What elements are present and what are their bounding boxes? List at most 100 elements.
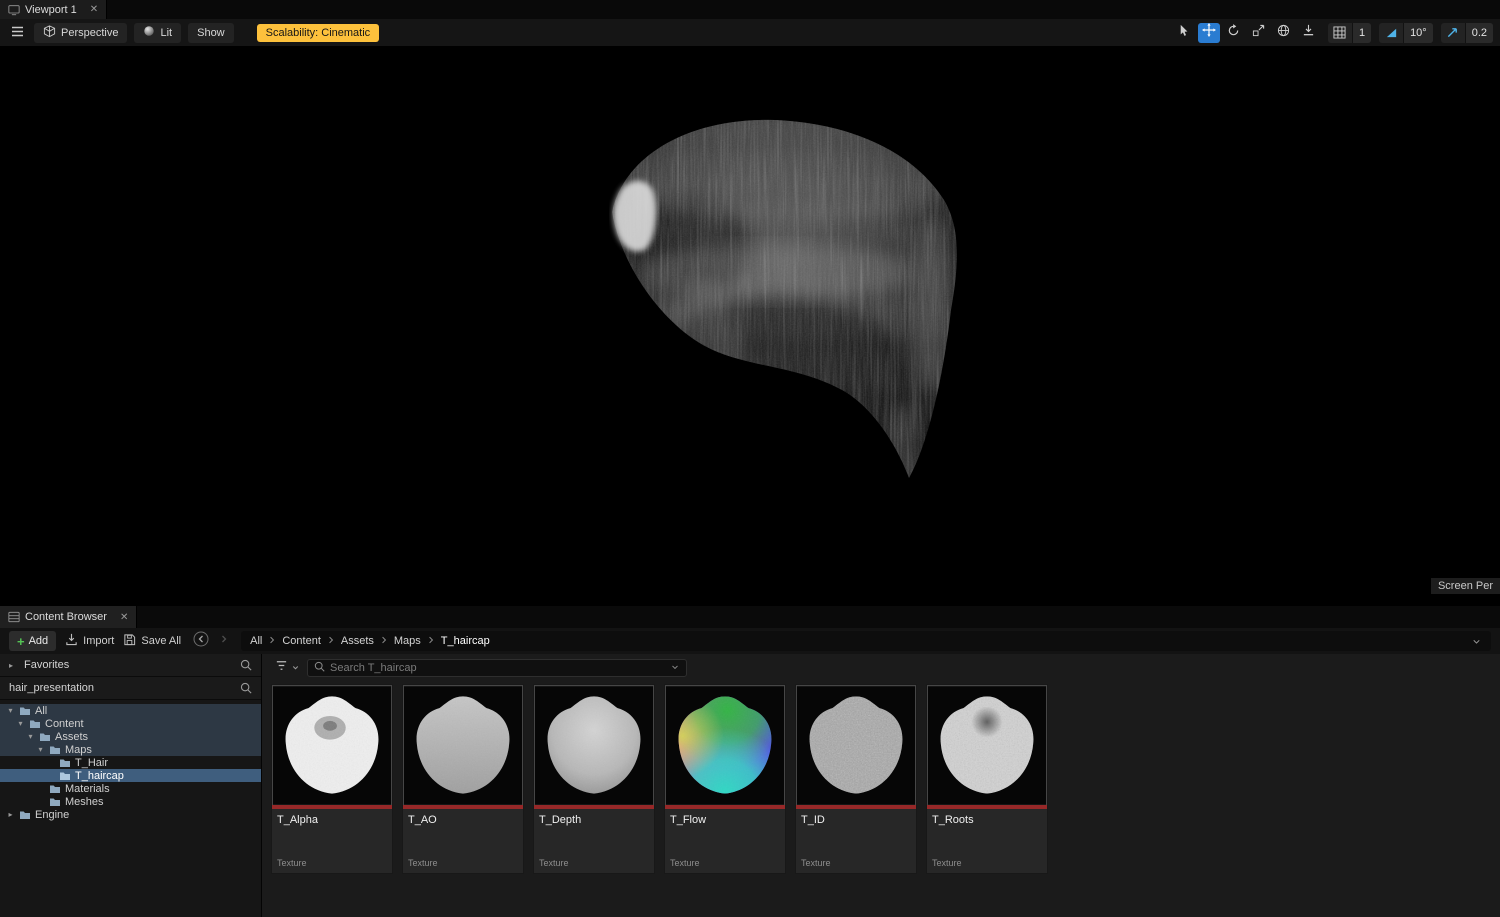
lit-button[interactable]: Lit [134,22,182,43]
move-icon [1201,23,1216,42]
viewport-3d-canvas[interactable]: Screen Per [0,47,1500,606]
tree-item-maps[interactable]: ▾ Maps [0,743,261,756]
tree-item-engine[interactable]: ▸ Engine [0,808,261,821]
rotation-snap-value[interactable]: 10° [1403,22,1433,43]
chevron-right-icon [426,635,436,648]
search-input[interactable] [330,661,665,674]
viewport-toolbar: Perspective Lit Show Scalability: Cinema… [0,19,1500,47]
scalability-badge[interactable]: Scalability: Cinematic [256,23,380,42]
breadcrumb: All Content Assets Maps T_haircap [241,631,1491,651]
breadcrumb-item-all[interactable]: All [250,635,262,647]
move-tool-button[interactable] [1197,22,1220,43]
scale-snap-control[interactable]: 0.2 [1440,22,1493,43]
asset-panel: T_Alpha Texture T_AO [262,654,1500,917]
save-all-label: Save All [141,635,182,647]
save-icon [123,633,136,649]
breadcrumb-item-maps[interactable]: Maps [394,635,421,647]
asset-tile-t-ao[interactable]: T_AO Texture [402,684,524,874]
hair-mesh-render [612,119,957,478]
chevron-down-icon[interactable]: ▾ [26,732,35,741]
close-icon[interactable]: ✕ [90,4,98,15]
asset-thumbnail [665,685,785,805]
tree-label: T_haircap [75,769,124,782]
asset-type: Texture [801,858,831,868]
breadcrumb-item-content[interactable]: Content [282,635,321,647]
back-button[interactable] [193,631,209,652]
tree-label: Materials [65,782,110,795]
asset-thumbnail [272,685,392,805]
chevron-down-icon[interactable] [670,659,680,677]
tree-label: Content [45,717,84,730]
asset-tile-t-roots[interactable]: T_Roots Texture [926,684,1048,874]
content-browser-tab[interactable]: Content Browser ✕ [0,606,138,628]
content-browser-toolbar: + Add Import Save All All Content Assets… [0,628,1500,654]
scale-snap-icon [1441,26,1465,39]
viewport-tab-bar: Viewport 1 ✕ [0,0,1500,19]
asset-type: Texture [932,858,962,868]
select-tool-button[interactable] [1173,23,1195,43]
asset-tile-t-flow[interactable]: T_Flow Texture [664,684,786,874]
add-button[interactable]: + Add [9,631,57,651]
filter-button[interactable] [275,659,300,677]
chevron-down-icon[interactable]: ▾ [16,719,25,728]
chevron-right-icon [379,635,389,648]
tree-item-t-haircap-selected[interactable]: T_haircap [0,769,261,782]
breadcrumb-item-t-haircap[interactable]: T_haircap [441,635,490,647]
forward-button[interactable] [216,631,232,652]
asset-tile-t-alpha[interactable]: T_Alpha Texture [271,684,393,874]
close-icon[interactable]: ✕ [120,612,128,623]
world-space-toggle[interactable] [1273,23,1295,43]
tree-item-all[interactable]: ▾ All [0,704,261,717]
sources-panel: ▸ Favorites hair_presentation ▾ All ▾ Co… [0,654,262,917]
chevron-down-icon[interactable]: ▾ [36,745,45,754]
angle-snap-icon [1379,26,1403,39]
asset-info: T_AO Texture [403,809,523,873]
breadcrumb-item-assets[interactable]: Assets [341,635,374,647]
search-icon[interactable] [240,682,252,694]
folder-icon [59,758,71,768]
tree-label: T_Hair [75,756,109,769]
perspective-label: Perspective [61,26,119,39]
scale-snap-value[interactable]: 0.2 [1464,22,1493,43]
chevron-right-icon[interactable]: ▸ [9,661,18,670]
tree-item-assets[interactable]: ▾ Assets [0,730,261,743]
chevron-right-icon[interactable]: ▸ [6,810,15,819]
chevron-right-icon [326,635,336,648]
import-label: Import [83,635,115,647]
tree-item-meshes[interactable]: Meshes [0,795,261,808]
show-label: Show [197,26,225,39]
surface-snap-icon [1302,24,1315,42]
tree-item-materials[interactable]: Materials [0,782,261,795]
tree-item-content[interactable]: ▾ Content [0,717,261,730]
hamburger-icon [11,24,24,42]
import-button[interactable]: Import [65,633,114,649]
viewport-menu-button[interactable] [7,23,27,43]
asset-tile-t-id[interactable]: T_ID Texture [795,684,917,874]
asset-tile-t-depth[interactable]: T_Depth Texture [533,684,655,874]
rotation-snap-control[interactable]: 10° [1379,22,1433,43]
search-icon[interactable] [240,659,252,671]
favorites-section[interactable]: ▸ Favorites [0,654,261,677]
filter-row [262,654,1500,681]
perspective-button[interactable]: Perspective [34,22,128,43]
show-button[interactable]: Show [188,22,234,43]
surface-snapping-button[interactable] [1298,23,1320,43]
rotate-tool-button[interactable] [1223,23,1245,43]
asset-search-box[interactable] [307,658,687,677]
chevron-down-icon[interactable]: ▾ [6,706,15,715]
scalability-label: Scalability: Cinematic [265,26,371,39]
asset-thumbnail [534,685,654,805]
viewport-tab[interactable]: Viewport 1 ✕ [0,0,108,19]
tree-item-t-hair[interactable]: T_Hair [0,756,261,769]
asset-type: Texture [539,858,569,868]
folder-icon [59,771,71,781]
asset-name: T_Roots [932,814,974,826]
grid-snap-control[interactable]: 1 [1327,22,1372,43]
grid-snap-value[interactable]: 1 [1351,22,1372,43]
save-all-button[interactable]: Save All [123,633,181,649]
chevron-down-icon[interactable] [1471,636,1482,647]
folder-icon [39,732,51,742]
asset-info: T_Flow Texture [665,809,785,873]
scale-tool-button[interactable] [1248,23,1270,43]
collection-section[interactable]: hair_presentation [0,677,261,700]
